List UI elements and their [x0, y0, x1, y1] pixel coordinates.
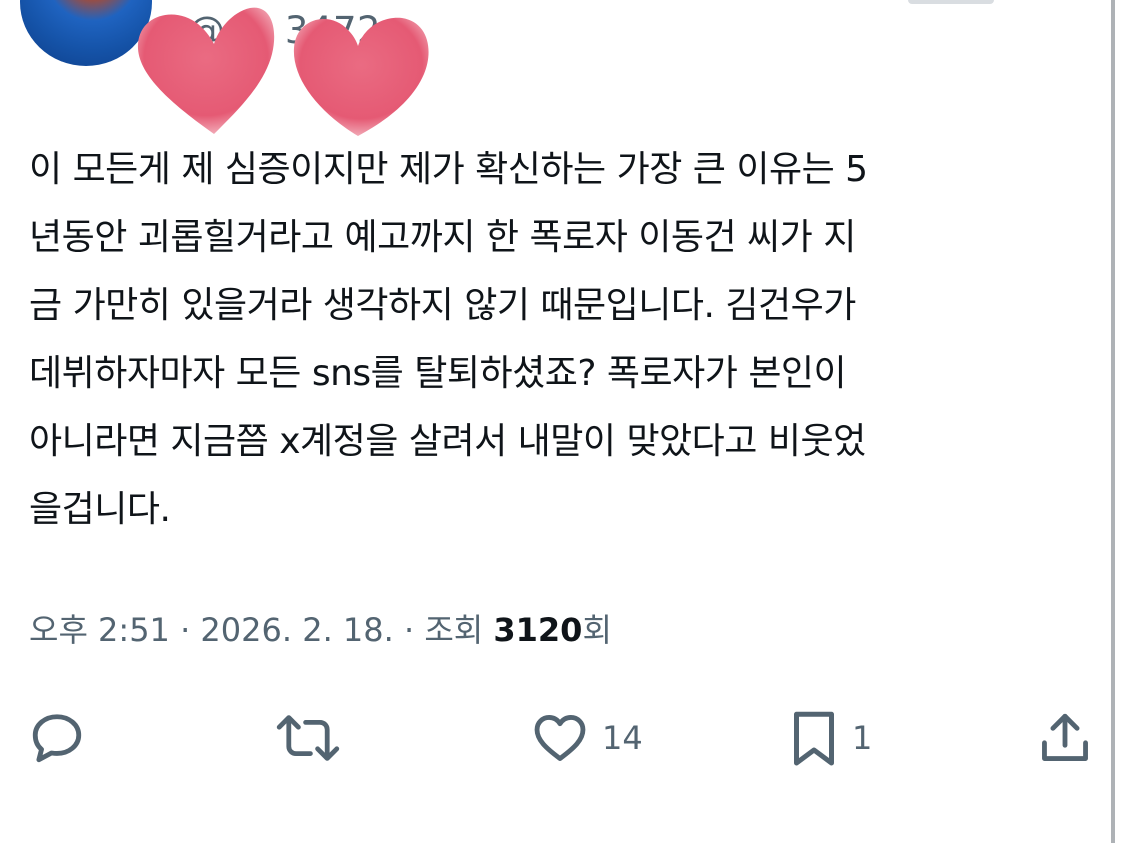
share-icon — [1042, 713, 1088, 761]
tweet-text-line: 아니라면 지금쯤 x계정을 살려서 내말이 맞았다고 비웃었 — [29, 421, 866, 462]
top-placeholder-bar — [908, 0, 994, 4]
bookmark-count: 1 — [852, 719, 873, 757]
tweet-text-line: 이 모든게 제 심증이지만 제가 확신하는 가장 큰 이유는 5 — [29, 149, 868, 190]
retweet-icon — [276, 715, 340, 761]
reply-icon — [32, 714, 82, 763]
views-count[interactable]: 3120 — [493, 611, 582, 649]
tweet-text-line: 년동안 괴롭힐거라고 예고까지 한 폭로자 이동건 씨가 지 — [29, 217, 856, 258]
tweet-text-line: 데뷔하자마자 모든 sns를 탈퇴하셨죠? 폭로자가 본인이 — [29, 353, 847, 394]
scrollbar-thumb[interactable] — [1111, 0, 1115, 843]
share-button[interactable] — [1036, 708, 1094, 768]
heart-sticker-left — [137, 7, 275, 134]
heart-sticker-right — [293, 17, 429, 136]
like-button[interactable]: 14 — [530, 708, 643, 768]
retweet-button[interactable] — [272, 708, 344, 768]
bookmark-icon — [794, 711, 834, 766]
heart-stickers-overlay — [137, 7, 429, 136]
heart-icon — [534, 715, 586, 761]
reply-button[interactable] — [28, 708, 86, 768]
tweet-body: 이 모든게 제 심증이지만 제가 확신하는 가장 큰 이유는 5 년동안 괴롭힐… — [29, 136, 1091, 544]
tweet-meta: 오후 2:51 · 2026. 2. 18. · 조회 3120회 — [29, 604, 612, 656]
tweet-text-line: 을겁니다. — [29, 489, 171, 530]
bookmark-button[interactable]: 1 — [788, 708, 872, 768]
like-count: 14 — [602, 719, 643, 757]
views-suffix: 회 — [582, 611, 612, 649]
tweet-text-line: 금 가만히 있을거라 생각하지 않기 때문입니다. 김건우가 — [29, 285, 856, 326]
scrollbar[interactable] — [1106, 0, 1124, 843]
timestamp[interactable]: 오후 2:51 · 2026. 2. 18. · 조회 — [29, 611, 493, 649]
